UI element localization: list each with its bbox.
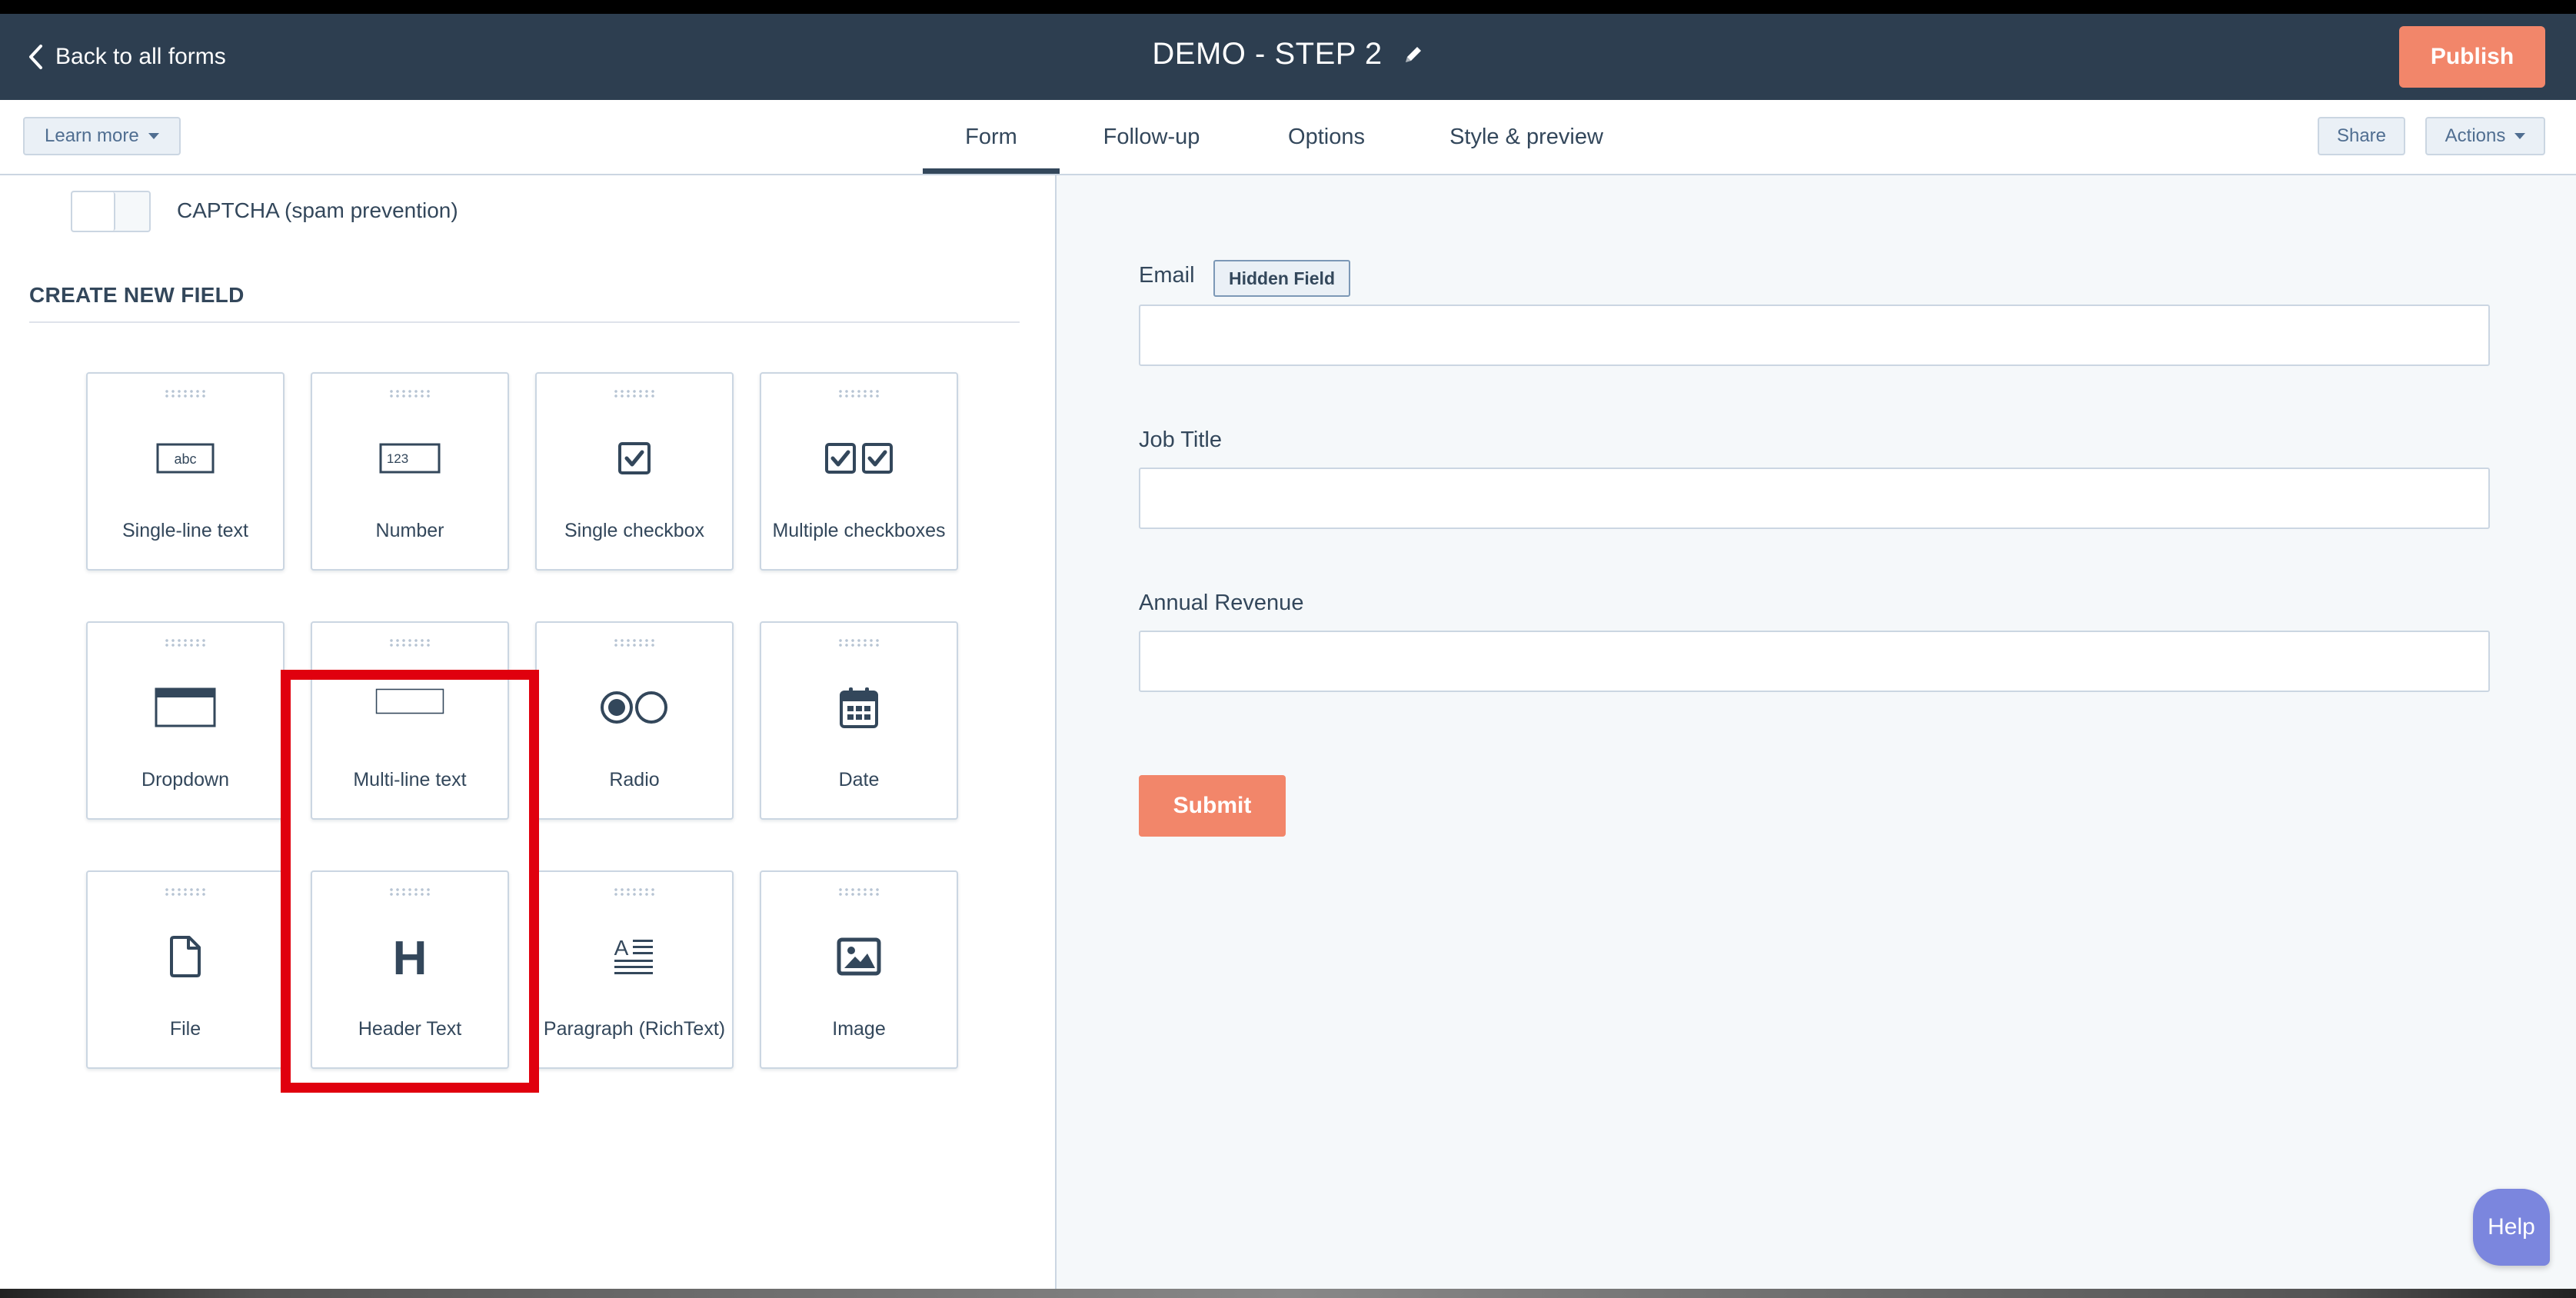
field-type-image[interactable]: Image [760, 870, 958, 1069]
field-type-number[interactable]: 123 Number [311, 372, 509, 571]
number-icon: 123 [375, 435, 444, 481]
field-type-label: Image [832, 1018, 886, 1040]
sub-navigation: Learn more Form Follow-up Options Style … [0, 100, 2576, 175]
bottom-edge [0, 1289, 2576, 1298]
field-type-paragraph[interactable]: A Paragraph (RichText) [535, 870, 734, 1069]
drag-handle-icon [613, 887, 656, 897]
field-label-annual-revenue: Annual Revenue [1139, 591, 1304, 615]
field-type-label: Header Text [358, 1018, 462, 1040]
tab-label: Form [965, 124, 1017, 149]
tab-form[interactable]: Form [923, 100, 1060, 174]
drag-handle-icon [388, 638, 431, 647]
drag-handle-icon [164, 887, 207, 897]
file-icon [151, 934, 220, 980]
annual-revenue-input[interactable] [1139, 631, 2490, 692]
field-type-label: Single-line text [122, 520, 248, 541]
toggle-knob [72, 192, 115, 231]
svg-text:A: A [614, 936, 629, 960]
drag-handle-icon [837, 638, 880, 647]
field-type-label: Radio [609, 769, 660, 790]
tab-style-preview[interactable]: Style & preview [1438, 100, 1615, 174]
drag-handle-icon [164, 389, 207, 398]
svg-text:H: H [393, 934, 427, 979]
drag-handle-icon [837, 887, 880, 897]
create-new-field-heading: CREATE NEW FIELD [29, 283, 245, 307]
captcha-toggle[interactable] [71, 191, 151, 232]
multiple-checkboxes-icon [824, 435, 894, 481]
header-bar: Back to all forms DEMO - STEP 2 Publish [0, 14, 2576, 100]
captcha-label: CAPTCHA (spam prevention) [177, 198, 458, 222]
svg-text:abc: abc [174, 451, 196, 467]
help-button[interactable]: Help [2473, 1189, 2550, 1266]
learn-more-label: Learn more [45, 125, 139, 146]
form-title: DEMO - STEP 2 [1152, 37, 1383, 71]
caret-down-icon [148, 133, 159, 139]
actions-dropdown[interactable]: Actions [2425, 117, 2545, 155]
back-link-label: Back to all forms [55, 44, 226, 69]
field-type-label: Number [375, 520, 444, 541]
field-type-label: Paragraph (RichText) [543, 1018, 726, 1040]
multi-line-text-icon [375, 678, 444, 724]
share-button[interactable]: Share [2318, 117, 2405, 155]
dropdown-icon [151, 684, 220, 731]
field-palette-panel: CAPTCHA (spam prevention) CREATE NEW FIE… [0, 175, 1057, 1298]
field-type-label: Date [838, 769, 880, 790]
field-type-single-checkbox[interactable]: Single checkbox [535, 372, 734, 571]
drag-handle-icon [388, 887, 431, 897]
drag-handle-icon [837, 389, 880, 398]
email-input[interactable] [1139, 305, 2490, 366]
chevron-left-icon [29, 45, 42, 69]
tab-label: Options [1288, 124, 1365, 149]
header-icon: H [375, 934, 444, 980]
field-type-single-line-text[interactable]: abc Single-line text [86, 372, 285, 571]
single-line-text-icon: abc [151, 435, 220, 481]
field-label-email: Email [1139, 263, 1195, 288]
field-type-label: Multi-line text [353, 769, 467, 790]
paragraph-icon: A [600, 934, 669, 980]
submit-button[interactable]: Submit [1139, 775, 1286, 837]
tab-label: Style & preview [1449, 124, 1603, 149]
back-to-forms-link[interactable]: Back to all forms [28, 42, 226, 72]
radio-icon [600, 684, 669, 731]
calendar-icon [824, 684, 894, 731]
field-type-date[interactable]: Date [760, 621, 958, 820]
hidden-field-badge: Hidden Field [1213, 260, 1350, 297]
svg-text:123: 123 [387, 451, 408, 466]
job-title-input[interactable] [1139, 468, 2490, 529]
field-type-label: File [169, 1018, 201, 1040]
field-type-file[interactable]: File [86, 870, 285, 1069]
form-editor-page: Back to all forms DEMO - STEP 2 Publish … [0, 0, 2576, 1298]
pencil-icon[interactable] [1403, 44, 1424, 65]
publish-button[interactable]: Publish [2399, 26, 2545, 88]
drag-handle-icon [164, 638, 207, 647]
field-type-dropdown[interactable]: Dropdown [86, 621, 285, 820]
drag-handle-icon [613, 638, 656, 647]
divider [29, 321, 1020, 323]
field-type-multi-line-text[interactable]: Multi-line text [311, 621, 509, 820]
drag-handle-icon [388, 389, 431, 398]
field-type-label: Multiple checkboxes [772, 520, 946, 541]
field-label-job-title: Job Title [1139, 428, 1222, 452]
top-strip [0, 0, 2576, 14]
field-type-label: Dropdown [141, 769, 229, 790]
field-type-header-text[interactable]: H Header Text [311, 870, 509, 1069]
drag-handle-icon [613, 389, 656, 398]
checkbox-icon [600, 435, 669, 481]
learn-more-dropdown[interactable]: Learn more [23, 117, 181, 155]
field-type-label: Single checkbox [564, 520, 705, 541]
field-type-multiple-checkboxes[interactable]: Multiple checkboxes [760, 372, 958, 571]
field-type-radio[interactable]: Radio [535, 621, 734, 820]
tab-options[interactable]: Options [1269, 100, 1384, 174]
tab-follow-up[interactable]: Follow-up [1084, 100, 1219, 174]
image-icon [824, 934, 894, 980]
caret-down-icon [2514, 133, 2526, 139]
actions-label: Actions [2445, 125, 2506, 146]
tab-label: Follow-up [1103, 124, 1200, 149]
